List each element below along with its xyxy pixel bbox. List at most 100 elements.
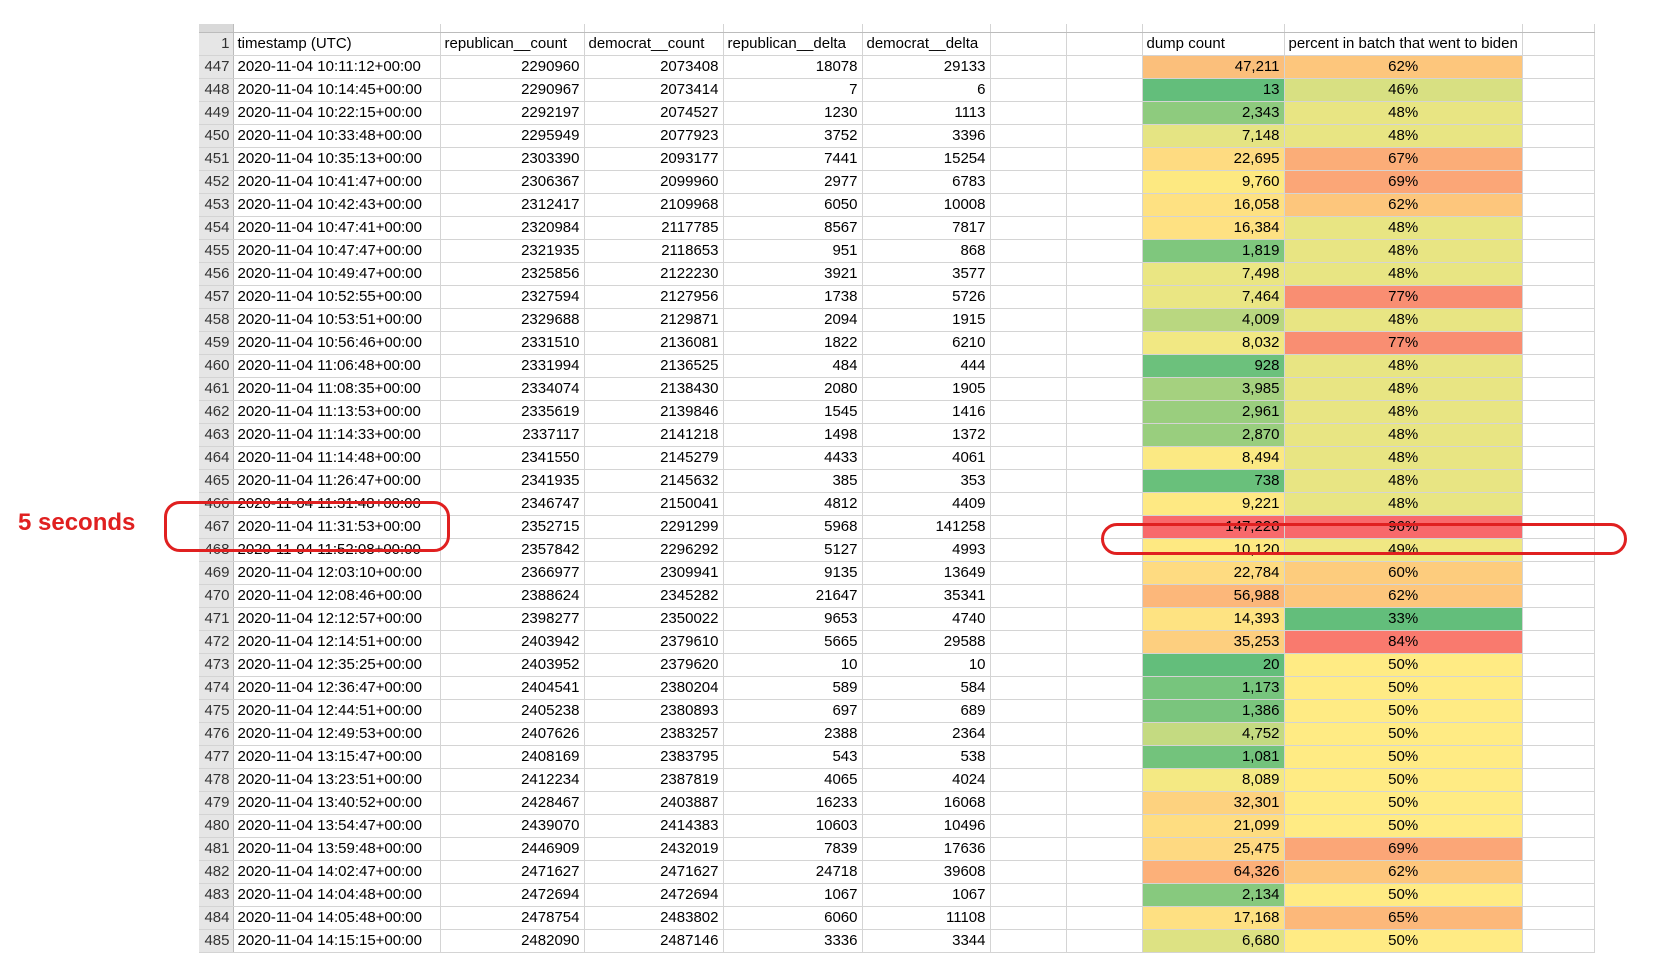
cell-dump-count[interactable]: 32,301 <box>1142 791 1285 815</box>
empty-cell[interactable] <box>990 193 1067 217</box>
empty-cell[interactable] <box>1066 193 1143 217</box>
cell-dump-count[interactable]: 7,498 <box>1142 262 1285 286</box>
cell-democrat-delta[interactable]: 2364 <box>862 722 991 746</box>
empty-cell[interactable] <box>990 676 1067 700</box>
cell-democrat-count[interactable]: 2472694 <box>584 883 724 907</box>
empty-cell[interactable] <box>1066 331 1143 355</box>
cell-dump-count[interactable]: 1,819 <box>1142 239 1285 263</box>
header-timestamp[interactable]: timestamp (UTC) <box>233 32 441 56</box>
empty-cell[interactable] <box>1066 469 1143 493</box>
empty-cell[interactable] <box>990 124 1067 148</box>
spreadsheet-grid[interactable]: 1 timestamp (UTC) republican__count demo… <box>199 24 1595 953</box>
cell-democrat-delta[interactable]: 5726 <box>862 285 991 309</box>
row-number[interactable]: 482 <box>199 860 234 884</box>
row-number[interactable]: 448 <box>199 78 234 102</box>
row-number[interactable]: 471 <box>199 607 234 631</box>
cell-percent-biden[interactable]: 77% <box>1284 285 1523 309</box>
empty-cell[interactable] <box>1522 78 1595 102</box>
cell-timestamp[interactable]: 2020-11-04 10:42:43+00:00 <box>233 193 441 217</box>
cell-democrat-count[interactable]: 2380893 <box>584 699 724 723</box>
empty-cell[interactable] <box>990 515 1067 539</box>
empty-cell[interactable] <box>1066 78 1143 102</box>
cell-democrat-count[interactable]: 2139846 <box>584 400 724 424</box>
empty-cell[interactable] <box>1522 446 1595 470</box>
empty-cell[interactable] <box>1066 492 1143 516</box>
empty-cell[interactable] <box>990 101 1067 125</box>
cell-republican-delta[interactable]: 9135 <box>723 561 863 585</box>
cell-democrat-count[interactable]: 2471627 <box>584 860 724 884</box>
cell-republican-delta[interactable]: 484 <box>723 354 863 378</box>
cell-timestamp[interactable]: 2020-11-04 10:22:15+00:00 <box>233 101 441 125</box>
cell-republican-delta[interactable]: 1498 <box>723 423 863 447</box>
cell-dump-count[interactable]: 22,784 <box>1142 561 1285 585</box>
cell-percent-biden[interactable]: 50% <box>1284 699 1523 723</box>
empty-cell[interactable] <box>1066 147 1143 171</box>
empty-cell[interactable] <box>990 262 1067 286</box>
cell-percent-biden[interactable]: 48% <box>1284 377 1523 401</box>
cell-republican-count[interactable]: 2329688 <box>440 308 585 332</box>
row-number[interactable]: 470 <box>199 584 234 608</box>
empty-cell[interactable] <box>1066 883 1143 907</box>
cell-percent-biden[interactable]: 50% <box>1284 676 1523 700</box>
row-number[interactable]: 452 <box>199 170 234 194</box>
cell-republican-delta[interactable]: 5968 <box>723 515 863 539</box>
empty-cell[interactable] <box>1066 584 1143 608</box>
cell-democrat-count[interactable]: 2138430 <box>584 377 724 401</box>
empty-cell[interactable] <box>990 653 1067 677</box>
cell-republican-count[interactable]: 2306367 <box>440 170 585 194</box>
row-number[interactable]: 461 <box>199 377 234 401</box>
cell-republican-delta[interactable]: 1545 <box>723 400 863 424</box>
cell-republican-delta[interactable]: 543 <box>723 745 863 769</box>
cell-democrat-count[interactable]: 2350022 <box>584 607 724 631</box>
empty-cell[interactable] <box>990 239 1067 263</box>
empty-cell[interactable] <box>1522 883 1595 907</box>
empty-cell[interactable] <box>1066 768 1143 792</box>
cell-democrat-delta[interactable]: 1113 <box>862 101 991 125</box>
cell-percent-biden[interactable]: 48% <box>1284 216 1523 240</box>
cell-democrat-count[interactable]: 2380204 <box>584 676 724 700</box>
cell-percent-biden[interactable]: 60% <box>1284 561 1523 585</box>
cell-timestamp[interactable]: 2020-11-04 11:08:35+00:00 <box>233 377 441 401</box>
cell-republican-count[interactable]: 2290960 <box>440 55 585 79</box>
cell-republican-count[interactable]: 2292197 <box>440 101 585 125</box>
cell-dump-count[interactable]: 8,494 <box>1142 446 1285 470</box>
empty-cell[interactable] <box>1522 561 1595 585</box>
empty-cell[interactable] <box>1522 722 1595 746</box>
empty-cell[interactable] <box>1522 32 1595 56</box>
cell-dump-count[interactable]: 8,032 <box>1142 331 1285 355</box>
cell-democrat-count[interactable]: 2118653 <box>584 239 724 263</box>
empty-cell[interactable] <box>1522 929 1595 953</box>
cell-democrat-delta[interactable]: 4993 <box>862 538 991 562</box>
cell-democrat-delta[interactable]: 1372 <box>862 423 991 447</box>
row-number[interactable]: 469 <box>199 561 234 585</box>
cell-democrat-count[interactable]: 2127956 <box>584 285 724 309</box>
cell-republican-count[interactable]: 2325856 <box>440 262 585 286</box>
empty-cell[interactable] <box>1066 446 1143 470</box>
empty-cell[interactable] <box>990 469 1067 493</box>
cell-republican-delta[interactable]: 1822 <box>723 331 863 355</box>
row-number[interactable]: 473 <box>199 653 234 677</box>
row-number[interactable]: 476 <box>199 722 234 746</box>
cell-timestamp[interactable]: 2020-11-04 10:56:46+00:00 <box>233 331 441 355</box>
empty-cell[interactable] <box>1066 170 1143 194</box>
cell-democrat-count[interactable]: 2122230 <box>584 262 724 286</box>
cell-dump-count[interactable]: 35,253 <box>1142 630 1285 654</box>
cell-percent-biden[interactable]: 50% <box>1284 791 1523 815</box>
cell-democrat-delta[interactable]: 11108 <box>862 906 991 930</box>
cell-republican-count[interactable]: 2290967 <box>440 78 585 102</box>
cell-republican-count[interactable]: 2471627 <box>440 860 585 884</box>
empty-cell[interactable] <box>1522 377 1595 401</box>
empty-cell[interactable] <box>1066 860 1143 884</box>
cell-percent-biden[interactable]: 50% <box>1284 814 1523 838</box>
cell-democrat-delta[interactable]: 1067 <box>862 883 991 907</box>
cell-percent-biden[interactable]: 48% <box>1284 308 1523 332</box>
empty-cell[interactable] <box>1522 906 1595 930</box>
cell-timestamp[interactable]: 2020-11-04 12:44:51+00:00 <box>233 699 441 723</box>
cell-dump-count[interactable]: 3,985 <box>1142 377 1285 401</box>
cell-dump-count[interactable]: 6,680 <box>1142 929 1285 953</box>
cell-percent-biden[interactable]: 48% <box>1284 101 1523 125</box>
cell-dump-count[interactable]: 7,464 <box>1142 285 1285 309</box>
row-number[interactable]: 478 <box>199 768 234 792</box>
header-republican-delta[interactable]: republican__delta <box>723 32 863 56</box>
cell-timestamp[interactable]: 2020-11-04 11:26:47+00:00 <box>233 469 441 493</box>
